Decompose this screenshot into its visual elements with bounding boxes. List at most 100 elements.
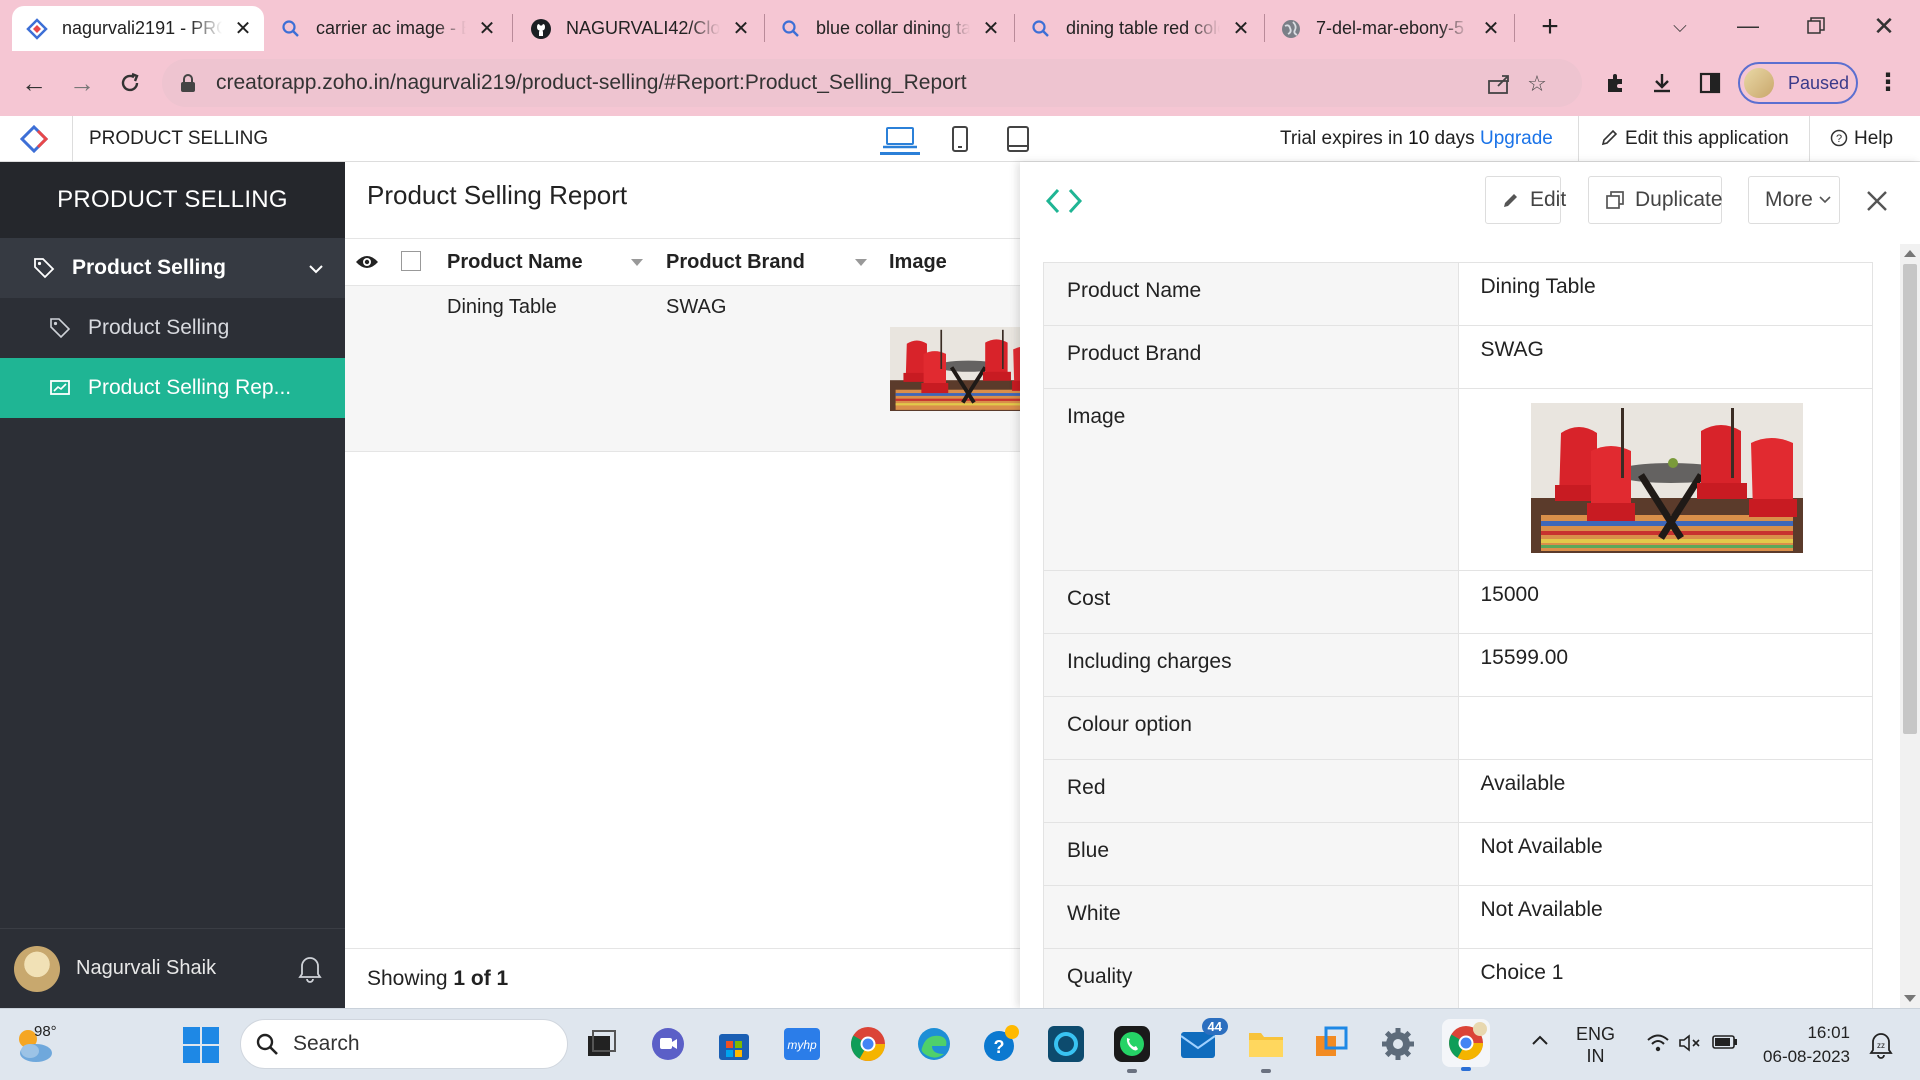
get-help-icon[interactable]: ? xyxy=(980,1024,1020,1064)
table-row[interactable]: Dining Table SWAG xyxy=(345,286,1020,452)
select-all-checkbox[interactable] xyxy=(401,239,421,285)
close-tab-icon[interactable]: ✕ xyxy=(476,18,498,40)
detail-row-product-brand: Product Brand SWAG xyxy=(1044,326,1873,389)
input-language-indicator[interactable]: ENG IN xyxy=(1576,1023,1615,1067)
microsoft-store-icon[interactable] xyxy=(714,1024,754,1064)
scrollbar-thumb[interactable] xyxy=(1903,264,1917,734)
download-icon[interactable] xyxy=(1642,63,1682,103)
svg-text:zz: zz xyxy=(1877,1041,1885,1050)
edit-application-button[interactable]: Edit this application xyxy=(1578,116,1810,162)
chrome-icon[interactable] xyxy=(848,1024,888,1064)
show-hidden-icons-chevron-icon[interactable] xyxy=(1530,1031,1550,1052)
close-icon[interactable] xyxy=(1862,186,1892,216)
product-image[interactable] xyxy=(1530,403,1803,553)
volume-muted-icon[interactable] xyxy=(1678,1033,1702,1058)
browser-tab-zoho[interactable]: nagurvali2191 - PRODUCT SELLING ✕ xyxy=(12,6,264,51)
share-icon[interactable] xyxy=(1484,69,1514,99)
edit-application-label: Edit this application xyxy=(1625,128,1789,149)
task-view-icon[interactable] xyxy=(582,1024,622,1064)
forward-button[interactable]: → xyxy=(62,63,102,103)
tablet-view-icon[interactable] xyxy=(998,123,1038,155)
close-window-button[interactable]: ✕ xyxy=(1864,6,1904,46)
eye-icon[interactable] xyxy=(355,239,379,285)
close-tab-icon[interactable]: ✕ xyxy=(980,18,1002,40)
side-panel-icon[interactable] xyxy=(1690,63,1730,103)
sidebar-group-product-selling[interactable]: Product Selling xyxy=(0,238,345,298)
back-button[interactable]: ← xyxy=(14,63,54,103)
browser-tab-github[interactable]: NAGURVALI42/Cloud ✕ xyxy=(516,6,762,51)
taskbar-clock[interactable]: 16:01 06-08-2023 xyxy=(1752,1021,1850,1069)
scroll-down-icon[interactable] xyxy=(1904,995,1916,1002)
trial-suffix: days xyxy=(1429,128,1480,149)
edit-button[interactable]: Edit xyxy=(1485,176,1566,224)
edge-icon[interactable] xyxy=(914,1024,954,1064)
detail-scrollbar[interactable] xyxy=(1900,244,1920,1008)
browser-tab-bing[interactable]: carrier ac image - Bing ✕ xyxy=(266,6,508,51)
mobile-view-icon[interactable] xyxy=(940,123,980,155)
zoho-creator-logo-icon[interactable] xyxy=(19,124,52,154)
sidebar-user[interactable]: Nagurvali Shaik xyxy=(0,928,345,1008)
taskbar-search[interactable]: Search xyxy=(240,1019,568,1069)
sort-caret-icon[interactable] xyxy=(631,259,643,266)
language-code: ENG xyxy=(1576,1024,1616,1044)
settings-gear-icon[interactable] xyxy=(1378,1024,1418,1064)
field-label: Product Brand xyxy=(1044,326,1459,388)
teams-chat-icon[interactable] xyxy=(648,1024,688,1064)
bookmark-star-icon[interactable]: ☆ xyxy=(1522,69,1552,99)
column-header-product-brand[interactable]: Product Brand xyxy=(666,239,805,285)
browser-tab-del-mar[interactable]: 7-del-mar-ebony-5 ✕ xyxy=(1266,6,1512,51)
tab-title: blue collar dining table xyxy=(816,18,970,38)
whatsapp-icon[interactable] xyxy=(1112,1024,1152,1073)
github-icon xyxy=(530,18,552,40)
duplicate-button[interactable]: Duplicate xyxy=(1588,176,1723,224)
column-header-product-name[interactable]: Product Name xyxy=(447,239,583,285)
bell-icon[interactable] xyxy=(297,953,325,985)
restore-button[interactable] xyxy=(1796,6,1836,46)
search-icon xyxy=(280,18,302,40)
profile-button[interactable]: Paused xyxy=(1738,62,1858,104)
sidebar-item-product-selling-form[interactable]: Product Selling xyxy=(0,298,345,358)
trial-prefix: Trial expires in xyxy=(1280,128,1409,149)
help-icon: ? xyxy=(1830,129,1848,147)
footer-prefix: Showing xyxy=(367,967,454,990)
battery-icon[interactable] xyxy=(1712,1034,1738,1055)
help-button[interactable]: ? Help xyxy=(1830,116,1893,162)
new-tab-button[interactable]: + xyxy=(1530,8,1570,48)
sort-caret-icon[interactable] xyxy=(855,259,867,266)
search-icon xyxy=(780,18,802,40)
notification-icon[interactable]: zz xyxy=(1866,1029,1896,1059)
product-thumbnail-image[interactable] xyxy=(890,327,1020,411)
detail-row-red: Red Available xyxy=(1044,760,1873,823)
mail-icon[interactable]: 44 xyxy=(1178,1018,1228,1064)
column-header-image[interactable]: Image xyxy=(889,239,947,285)
more-button[interactable]: More xyxy=(1748,176,1840,224)
chrome-active-icon[interactable] xyxy=(1442,1019,1490,1071)
minimize-button[interactable]: — xyxy=(1728,6,1768,46)
desktop-view-icon[interactable] xyxy=(880,123,920,155)
scroll-up-icon[interactable] xyxy=(1904,250,1916,257)
wifi-icon[interactable] xyxy=(1646,1033,1670,1058)
svg-text:?: ? xyxy=(994,1037,1005,1057)
remote-desktop-icon[interactable] xyxy=(1312,1024,1352,1064)
browser-tab-dining-search[interactable]: blue collar dining table ✕ xyxy=(766,6,1012,51)
menu-kebab-icon[interactable]: ⋮ xyxy=(1868,63,1908,103)
browser-tab-red-table[interactable]: dining table red colour ✕ xyxy=(1016,6,1262,51)
address-bar[interactable]: creatorapp.zoho.in/nagurvali219/product-… xyxy=(162,59,1582,107)
extensions-icon[interactable] xyxy=(1596,63,1636,103)
tab-title: dining table red colour xyxy=(1066,18,1220,38)
cortana-icon[interactable] xyxy=(1046,1024,1086,1064)
close-tab-icon[interactable]: ✕ xyxy=(1230,18,1252,40)
tab-search-chevron-icon[interactable]: ⌵ xyxy=(1660,6,1700,46)
report-icon xyxy=(48,376,72,400)
reload-button[interactable] xyxy=(110,63,150,103)
upgrade-link[interactable]: Upgrade xyxy=(1480,128,1553,149)
close-tab-icon[interactable]: ✕ xyxy=(1480,18,1502,40)
tag-icon xyxy=(48,316,72,340)
close-tab-icon[interactable]: ✕ xyxy=(730,18,752,40)
windows-start-icon[interactable] xyxy=(182,1026,220,1064)
code-brackets-icon[interactable] xyxy=(1044,186,1084,216)
myhp-icon[interactable]: myhp xyxy=(782,1024,822,1064)
close-tab-icon[interactable]: ✕ xyxy=(232,18,254,40)
file-explorer-icon[interactable] xyxy=(1246,1024,1286,1073)
sidebar-item-product-selling-report[interactable]: Product Selling Rep... xyxy=(0,358,345,418)
